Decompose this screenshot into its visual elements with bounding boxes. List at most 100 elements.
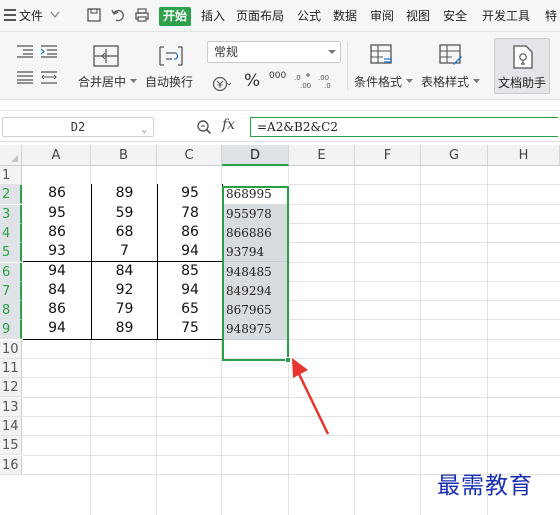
cell-a2[interactable]: 86 (23, 184, 92, 205)
cell-d3[interactable]: 955978 (223, 203, 289, 224)
chevron-down-icon[interactable] (50, 11, 60, 19)
cell-b7[interactable]: 92 (92, 280, 158, 302)
row-header-3[interactable]: 3 (0, 204, 22, 224)
cell-c3[interactable]: 78 (158, 203, 223, 224)
name-box[interactable]: D2 ⌄ (2, 117, 154, 137)
increase-indent-icon[interactable] (40, 44, 58, 58)
menu-icon[interactable] (4, 9, 16, 21)
cell-c5[interactable]: 94 (158, 242, 223, 263)
column-header-b[interactable]: B (91, 145, 157, 166)
column-header-f[interactable]: F (355, 145, 421, 166)
cell-b4[interactable]: 68 (92, 222, 158, 244)
column-header-e[interactable]: E (289, 145, 355, 166)
row-header-16[interactable]: 16 (0, 455, 22, 475)
column-header-a[interactable]: A (22, 145, 91, 166)
cell-a5[interactable]: 93 (23, 242, 92, 263)
row-header-1[interactable]: 1 (0, 166, 22, 185)
menu-insert[interactable]: 插入 (201, 8, 225, 24)
cell-c7[interactable]: 94 (158, 280, 223, 302)
cell-d9[interactable]: 948975 (223, 319, 289, 340)
menu-more[interactable]: 特 (545, 8, 557, 24)
select-all-corner[interactable] (0, 145, 22, 166)
table-style-icon[interactable] (439, 44, 463, 66)
cell-b5[interactable]: 7 (92, 242, 158, 263)
cell-c9[interactable]: 75 (158, 319, 223, 340)
menu-review[interactable]: 审阅 (370, 8, 394, 24)
cell-a7[interactable]: 84 (23, 280, 92, 302)
cell-c2[interactable]: 95 (158, 184, 223, 205)
percent-button[interactable]: % (244, 71, 260, 91)
menu-page-layout[interactable]: 页面布局 (236, 8, 284, 24)
cell-a6[interactable]: 94 (23, 261, 92, 282)
cell-a8[interactable]: 86 (23, 300, 92, 321)
number-format-select[interactable]: 常规 (207, 41, 341, 63)
row-header-9[interactable]: 9 (0, 320, 22, 340)
undo-icon[interactable] (110, 7, 126, 23)
row-header-6[interactable]: 6 (0, 262, 22, 282)
menu-developer[interactable]: 开发工具 (482, 8, 530, 24)
distribute-icon[interactable] (40, 70, 58, 84)
column-header-h[interactable]: H (488, 145, 560, 166)
decrease-indent-icon[interactable] (16, 44, 34, 58)
save-icon[interactable] (86, 7, 102, 23)
wrap-text-button[interactable]: 自动换行 (145, 73, 193, 90)
menu-security[interactable]: 安全 (443, 8, 467, 24)
cell-d7[interactable]: 849294 (223, 280, 289, 302)
thousands-button[interactable]: 000 (269, 71, 286, 81)
row-header-5[interactable]: 5 (0, 243, 22, 263)
merge-center-icon[interactable] (93, 45, 119, 67)
cell-b6[interactable]: 84 (92, 261, 158, 282)
formula-input[interactable]: =A2&B2&C2 (250, 117, 558, 137)
menu-formulas[interactable]: 公式 (297, 8, 321, 24)
increase-decimal-icon[interactable]: .0.00 (294, 73, 312, 89)
cell-d8[interactable]: 867965 (223, 300, 289, 321)
cell-c6[interactable]: 85 (158, 261, 223, 282)
row-header-8[interactable]: 8 (0, 301, 22, 321)
row-header-7[interactable]: 7 (0, 281, 22, 301)
merge-dropdown-icon[interactable] (130, 79, 137, 84)
align-justify-icon[interactable] (16, 70, 34, 84)
fx-icon[interactable]: fx (222, 117, 235, 133)
column-header-g[interactable]: G (421, 145, 488, 166)
cell-a4[interactable]: 86 (23, 222, 92, 244)
cell-d2[interactable]: 868995 (223, 184, 289, 205)
row-header-12[interactable]: 12 (0, 378, 22, 398)
cell-d5[interactable]: 93794 (223, 242, 289, 263)
conditional-format-icon[interactable] (370, 44, 394, 66)
table-style-dropdown-icon[interactable] (473, 79, 480, 84)
menu-file[interactable]: 文件 (19, 8, 43, 24)
cell-c4[interactable]: 86 (158, 222, 223, 244)
row-header-14[interactable]: 14 (0, 416, 22, 436)
chevron-down-icon[interactable] (328, 50, 336, 54)
cell-b8[interactable]: 79 (92, 300, 158, 321)
table-style-button[interactable]: 表格样式 (421, 73, 469, 90)
cell-b2[interactable]: 89 (92, 184, 158, 205)
merge-center-button[interactable]: 合并居中 (78, 73, 126, 90)
column-header-c[interactable]: C (157, 145, 222, 166)
menu-data[interactable]: 数据 (333, 8, 357, 24)
cell-c8[interactable]: 65 (158, 300, 223, 321)
row-header-15[interactable]: 15 (0, 436, 22, 456)
doc-helper-button[interactable]: 文档助手 (494, 38, 550, 94)
print-icon[interactable] (134, 7, 150, 23)
row-header-13[interactable]: 13 (0, 397, 22, 417)
cell-a3[interactable]: 95 (23, 203, 92, 224)
row-header-10[interactable]: 10 (0, 339, 22, 359)
zoom-search-icon[interactable] (196, 119, 212, 135)
currency-icon[interactable] (212, 76, 232, 92)
menu-view[interactable]: 视图 (406, 8, 430, 24)
cell-b9[interactable]: 89 (92, 319, 158, 340)
cell-a9[interactable]: 94 (23, 319, 92, 340)
menu-home[interactable]: 开始 (159, 7, 192, 26)
wrap-text-icon[interactable] (158, 45, 184, 67)
row-header-11[interactable]: 11 (0, 359, 22, 378)
row-header-2[interactable]: 2 (0, 185, 22, 205)
cell-d6[interactable]: 948485 (223, 261, 289, 282)
conditional-dropdown-icon[interactable] (406, 79, 413, 84)
cell-b3[interactable]: 59 (92, 203, 158, 224)
conditional-format-button[interactable]: 条件格式 (354, 73, 402, 90)
decrease-decimal-icon[interactable]: .00.0 (318, 73, 336, 89)
chevron-down-icon[interactable]: ⌄ (142, 121, 147, 139)
row-header-4[interactable]: 4 (0, 223, 22, 243)
column-header-d[interactable]: D (222, 145, 289, 166)
